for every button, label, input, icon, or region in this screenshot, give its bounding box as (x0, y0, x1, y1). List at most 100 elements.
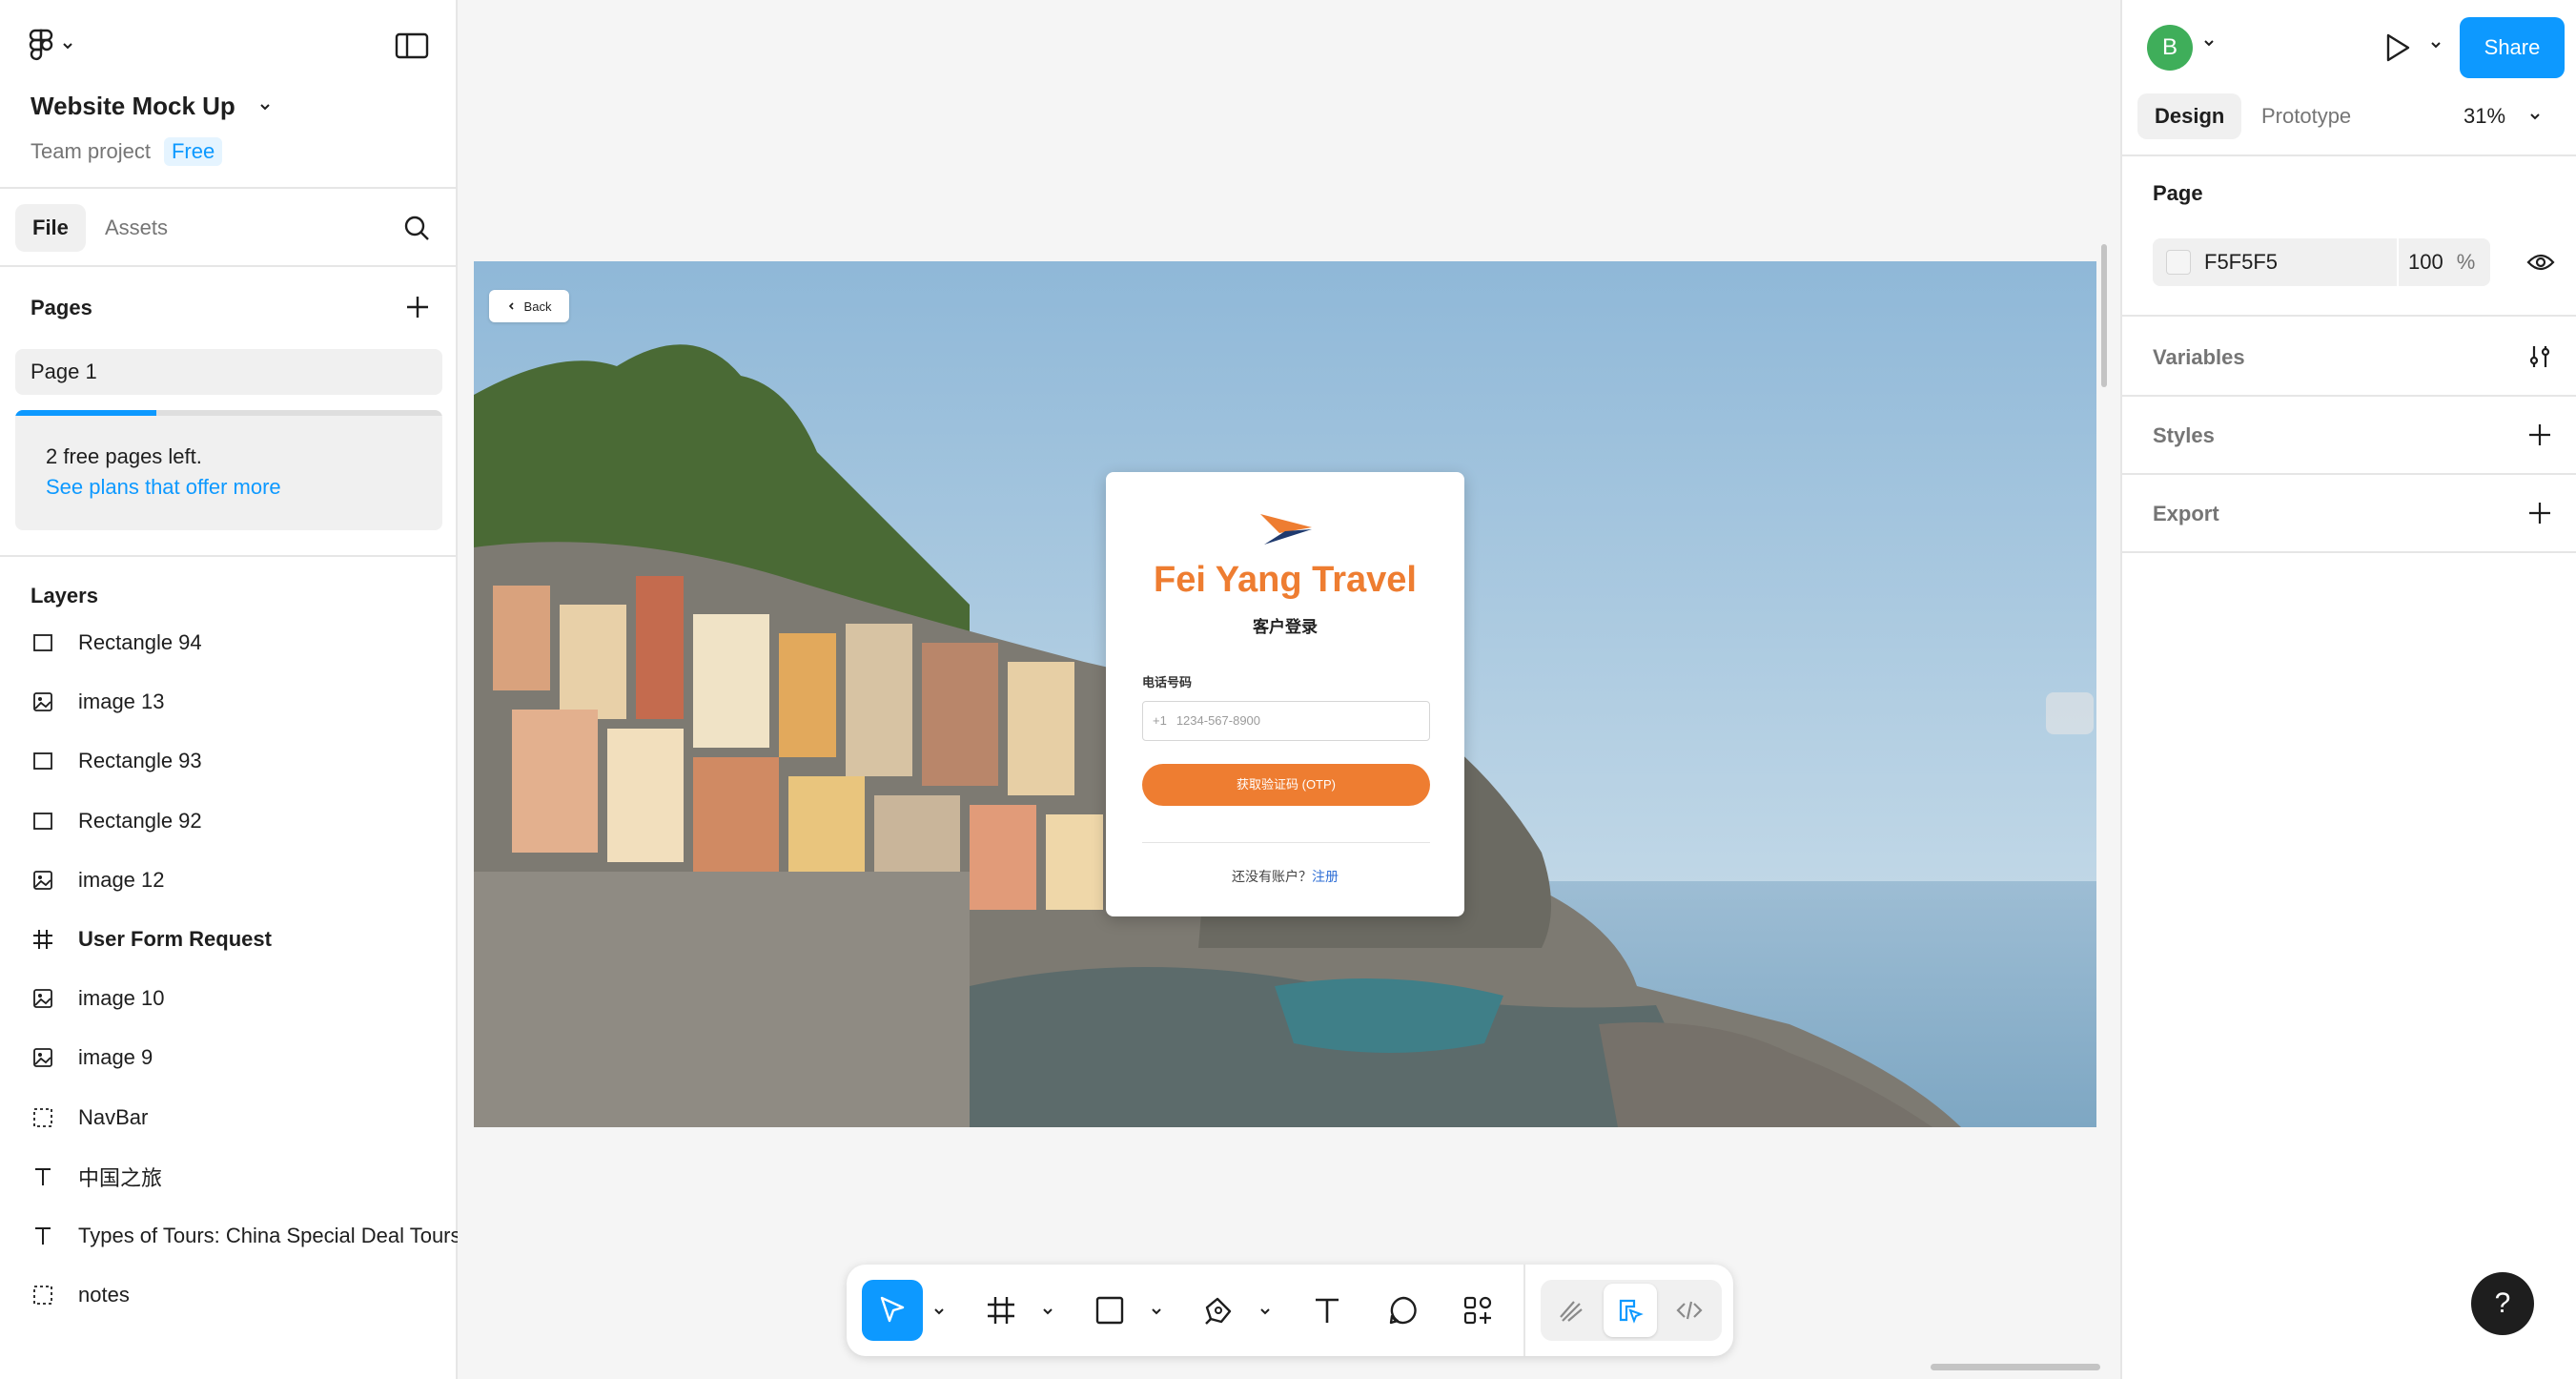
phone-input[interactable]: +1 1234-567-8900 (1142, 701, 1430, 741)
variables-section-title: Variables (2153, 345, 2245, 369)
frame-tool-options[interactable] (1037, 1301, 1058, 1322)
plan-badge[interactable]: Free (163, 137, 223, 166)
opacity-unit: % (2456, 250, 2476, 274)
component-frame-icon (31, 1283, 55, 1307)
zoom-control[interactable]: 31% (2464, 93, 2542, 139)
sidebar-icon (395, 32, 429, 59)
tab-prototype[interactable]: Prototype (2261, 93, 2351, 139)
divider (2122, 395, 2576, 397)
chevron-down-icon (1152, 1308, 1161, 1315)
pen-tool[interactable] (1188, 1280, 1249, 1341)
horizontal-scrollbar[interactable] (1931, 1364, 2100, 1370)
layer-item[interactable]: Rectangle 92 (31, 802, 458, 840)
layer-item[interactable]: Rectangle 93 (31, 742, 458, 780)
page-section-title: Page (2153, 181, 2203, 205)
file-header: Website Mock Up Team project Free (0, 0, 456, 189)
pages-section: Pages Page 1 2 free pages left. See plan… (0, 267, 456, 557)
comment-tool[interactable] (1373, 1280, 1434, 1341)
layer-item[interactable]: image 10 (31, 979, 458, 1018)
see-plans-link[interactable]: See plans that offer more (46, 475, 281, 500)
divider (1142, 842, 1430, 843)
chevron-down-icon (1043, 1308, 1053, 1315)
layer-item[interactable]: Rectangle 94 (31, 624, 458, 662)
chevron-down-icon (2204, 40, 2214, 47)
shape-tool[interactable] (1079, 1280, 1140, 1341)
figma-logo-icon (29, 29, 53, 61)
layer-item[interactable]: image 13 (31, 683, 458, 721)
layer-item[interactable]: Types of Tours: China Special Deal Tours (31, 1217, 458, 1255)
text-tool[interactable] (1297, 1280, 1358, 1341)
layer-item[interactable]: NavBar (31, 1099, 458, 1137)
signup-link[interactable]: 注册 (1312, 869, 1339, 884)
add-page-button[interactable] (404, 294, 431, 325)
pen-icon (1205, 1297, 1232, 1325)
panel-tabs: File Assets (0, 189, 456, 267)
text-icon (31, 1164, 55, 1189)
move-tool-options[interactable] (929, 1301, 950, 1322)
search-layers-button[interactable] (402, 214, 431, 247)
quota-progress-fill (15, 410, 156, 416)
login-frame[interactable]: Back Fei Yang Travel 客户登录 电话号码 +1 1234-5… (474, 261, 2096, 1127)
page-color-value: F5F5F5 (2204, 250, 2279, 274)
canvas[interactable]: Back Fei Yang Travel 客户登录 电话号码 +1 1234-5… (458, 0, 2120, 1379)
tab-design[interactable]: Design (2137, 93, 2242, 139)
bird-logo-icon (1260, 514, 1312, 545)
add-style-button[interactable] (2526, 422, 2553, 453)
tab-file[interactable]: File (15, 204, 86, 252)
brand-name: Fei Yang Travel (1153, 560, 1417, 600)
layer-label: NavBar (78, 1104, 149, 1129)
help-button[interactable]: ? (2471, 1272, 2534, 1335)
page-opacity-field[interactable]: 100 % (2399, 238, 2490, 286)
cursor-icon (880, 1296, 905, 1323)
layer-item[interactable]: image 9 (31, 1039, 458, 1077)
text-icon (31, 1224, 55, 1248)
back-button[interactable]: Back (489, 290, 569, 322)
pen-tool-options[interactable] (1255, 1301, 1276, 1322)
play-icon (2386, 33, 2410, 62)
sliders-icon (2529, 346, 2550, 367)
get-otp-button[interactable]: 获取验证码 (OTP) (1142, 764, 1430, 806)
login-card: Fei Yang Travel 客户登录 电话号码 +1 1234-567-89… (1106, 472, 1464, 916)
file-name: Website Mock Up (31, 92, 235, 120)
search-icon (404, 216, 429, 240)
layer-label: Types of Tours: China Special Deal Tours (78, 1224, 458, 1247)
file-name-button[interactable]: Website Mock Up (31, 92, 272, 121)
rectangle-icon (31, 630, 55, 655)
tab-assets[interactable]: Assets (105, 204, 168, 252)
toggle-visibility-button[interactable] (2526, 250, 2555, 279)
chevron-down-icon (2530, 113, 2540, 120)
divider (2122, 473, 2576, 475)
share-button[interactable]: Share (2460, 17, 2565, 78)
shape-tool-options[interactable] (1146, 1301, 1167, 1322)
color-swatch[interactable] (2166, 250, 2191, 275)
main-menu-button[interactable] (29, 29, 74, 63)
actions-tool[interactable] (1447, 1280, 1508, 1341)
avatar[interactable]: B (2147, 25, 2193, 71)
phone-placeholder: 1234-567-8900 (1176, 713, 1261, 728)
design-mode-button[interactable] (1604, 1284, 1657, 1337)
layer-item[interactable]: User Form Request (31, 920, 458, 958)
add-export-button[interactable] (2526, 500, 2553, 531)
dev-mode-button[interactable] (1663, 1284, 1716, 1337)
image-icon (31, 690, 55, 714)
move-tool[interactable] (862, 1280, 923, 1341)
draw-mode-button[interactable] (1544, 1284, 1598, 1337)
variables-settings-button[interactable] (2526, 343, 2553, 375)
page-item[interactable]: Page 1 (15, 349, 442, 395)
frame-tool[interactable] (971, 1280, 1032, 1341)
layer-item[interactable]: 中国之旅 (31, 1158, 458, 1196)
present-button[interactable] (2380, 31, 2414, 70)
avatar-menu-button[interactable] (2202, 36, 2216, 54)
project-label[interactable]: Team project (31, 139, 151, 164)
layer-item[interactable]: image 12 (31, 861, 458, 899)
present-options-button[interactable] (2429, 38, 2443, 56)
vertical-scrollbar[interactable] (2101, 244, 2107, 387)
plus-icon (2529, 503, 2550, 524)
phone-label: 电话号码 (1142, 675, 1193, 690)
page-color-field[interactable]: F5F5F5 (2153, 238, 2397, 286)
layer-label: image 13 (78, 690, 165, 714)
chevron-down-icon (63, 43, 72, 50)
layer-label: 中国之旅 (78, 1165, 163, 1190)
layer-item[interactable]: notes (31, 1276, 458, 1314)
sidebar-toggle-button[interactable] (395, 32, 429, 64)
